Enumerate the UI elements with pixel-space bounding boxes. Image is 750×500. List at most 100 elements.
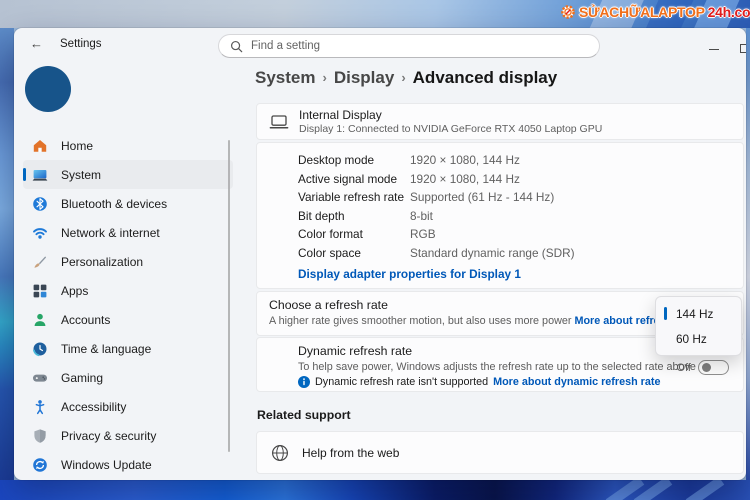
apps-icon	[32, 283, 48, 299]
detail-row: Bit depth 8-bit	[298, 207, 743, 226]
sidebar-item-label: Accounts	[61, 313, 110, 327]
detail-label: Active signal mode	[298, 172, 410, 186]
info-icon	[298, 376, 310, 388]
display-adapter-properties-link[interactable]: Display adapter properties for Display 1	[298, 267, 521, 281]
wallpaper-bottom	[0, 480, 750, 500]
sidebar-item-privacy[interactable]: Privacy & security	[23, 421, 233, 450]
breadcrumb-system[interactable]: System	[255, 68, 315, 87]
sidebar-item-label: Home	[61, 139, 93, 153]
internal-display-subtitle: Display 1: Connected to NVIDIA GeForce R…	[299, 123, 602, 135]
dynamic-refresh-toggle[interactable]	[698, 360, 729, 375]
gear-icon	[560, 4, 576, 20]
watermark-logo: SỬACHỮALAPTOP24h.com	[560, 4, 750, 20]
wallpaper-streak	[686, 480, 725, 500]
internal-display-text: Internal Display Display 1: Connected to…	[299, 108, 602, 135]
internal-display-title: Internal Display	[299, 108, 602, 122]
detail-label: Bit depth	[298, 209, 410, 223]
sidebar-item-label: Accessibility	[61, 400, 126, 414]
detail-value: RGB	[410, 227, 436, 241]
gaming-icon	[32, 370, 48, 386]
laptop-display-icon	[269, 114, 289, 130]
window-title: Settings	[60, 38, 102, 50]
sidebar-item-apps[interactable]: Apps	[23, 276, 233, 305]
bluetooth-icon	[32, 196, 48, 212]
sidebar-item-label: Windows Update	[61, 458, 152, 472]
privacy-shield-icon	[32, 428, 48, 444]
search-icon	[230, 40, 243, 53]
sidebar-item-personalization[interactable]: Personalization	[23, 247, 233, 276]
page-title: Advanced display	[413, 68, 558, 87]
help-from-web-card[interactable]: Help from the web	[256, 431, 744, 474]
sidebar-item-home[interactable]: Home	[23, 131, 233, 160]
accounts-icon	[32, 312, 48, 328]
system-icon	[32, 167, 48, 183]
wallpaper-right	[746, 28, 750, 480]
sidebar-item-label: Privacy & security	[61, 429, 156, 443]
detail-row: Color format RGB	[298, 225, 743, 244]
dynamic-refresh-note: Dynamic refresh rate isn't supported	[315, 376, 488, 388]
home-icon	[32, 138, 48, 154]
display-details-card: Desktop mode 1920 × 1080, 144 Hz Active …	[256, 142, 744, 289]
detail-value: Supported (61 Hz - 144 Hz)	[410, 190, 554, 204]
sidebar-item-label: Personalization	[61, 255, 143, 269]
breadcrumb-separator: ›	[315, 70, 333, 85]
detail-label: Desktop mode	[298, 153, 410, 167]
wallpaper-left	[0, 28, 14, 480]
sidebar-scrollbar[interactable]	[228, 140, 230, 452]
sidebar-item-accessibility[interactable]: Accessibility	[23, 392, 233, 421]
dropdown-option-60hz[interactable]: 60 Hz	[659, 326, 738, 351]
refresh-rate-description-text: A higher rate gives smoother motion, but…	[269, 315, 571, 327]
sidebar-item-label: Apps	[61, 284, 88, 298]
detail-label: Color format	[298, 227, 410, 241]
sidebar-item-label: Bluetooth & devices	[61, 197, 167, 211]
dropdown-option-144hz[interactable]: 144 Hz	[659, 301, 738, 326]
dropdown-option-label: 144 Hz	[676, 307, 713, 321]
minimize-button[interactable]	[709, 49, 719, 50]
avatar[interactable]	[25, 66, 71, 112]
personalization-icon	[32, 254, 48, 270]
internal-display-card: Internal Display Display 1: Connected to…	[256, 103, 744, 140]
breadcrumb-separator: ›	[394, 70, 412, 85]
settings-window: ← Settings Home System Bluetooth & d	[14, 28, 746, 480]
sidebar-item-windows-update[interactable]: Windows Update	[23, 450, 233, 479]
dropdown-option-label: 60 Hz	[676, 332, 707, 346]
main-content: Internal Display Display 1: Connected to…	[256, 103, 744, 474]
detail-label: Variable refresh rate	[298, 190, 410, 204]
sidebar-item-label: Gaming	[61, 371, 103, 385]
time-language-icon	[32, 341, 48, 357]
detail-value: 1920 × 1080, 144 Hz	[410, 172, 520, 186]
detail-row: Color space Standard dynamic range (SDR)	[298, 244, 743, 263]
sidebar-item-bluetooth[interactable]: Bluetooth & devices	[23, 189, 233, 218]
detail-row: Variable refresh rate Supported (61 Hz -…	[298, 188, 743, 207]
maximize-button[interactable]	[740, 44, 746, 53]
refresh-rate-dropdown: 144 Hz 60 Hz	[655, 296, 742, 356]
detail-value: Standard dynamic range (SDR)	[410, 246, 575, 260]
windows-update-icon	[32, 457, 48, 473]
network-icon	[32, 225, 48, 241]
sidebar-item-system[interactable]: System	[23, 160, 233, 189]
search-input[interactable]	[251, 40, 571, 52]
detail-row: Active signal mode 1920 × 1080, 144 Hz	[298, 170, 743, 189]
breadcrumb-display[interactable]: Display	[334, 68, 394, 87]
globe-icon	[271, 444, 289, 462]
detail-value: 8-bit	[410, 209, 433, 223]
sidebar-item-label: Network & internet	[61, 226, 160, 240]
watermark-suffix: 24h.com	[708, 4, 750, 20]
dynamic-refresh-note-row: Dynamic refresh rate isn't supported Mor…	[298, 376, 743, 388]
detail-label: Color space	[298, 246, 410, 260]
sidebar-item-accounts[interactable]: Accounts	[23, 305, 233, 334]
sidebar: Home System Bluetooth & devices Network …	[14, 131, 242, 479]
sidebar-item-network[interactable]: Network & internet	[23, 218, 233, 247]
toggle-knob	[702, 363, 711, 372]
accessibility-icon	[32, 399, 48, 415]
dynamic-refresh-toggle-area: Off	[677, 360, 729, 375]
more-about-dynamic-refresh-link[interactable]: More about dynamic refresh rate	[493, 376, 660, 388]
sidebar-item-label: System	[61, 168, 101, 182]
back-button[interactable]: ←	[30, 36, 43, 51]
sidebar-item-time-language[interactable]: Time & language	[23, 334, 233, 363]
breadcrumb: System›Display›Advanced display	[255, 68, 557, 88]
search-box[interactable]	[218, 34, 600, 58]
watermark-text: SỬACHỮALAPTOP	[579, 4, 705, 20]
sidebar-item-gaming[interactable]: Gaming	[23, 363, 233, 392]
detail-row: Desktop mode 1920 × 1080, 144 Hz	[298, 151, 743, 170]
